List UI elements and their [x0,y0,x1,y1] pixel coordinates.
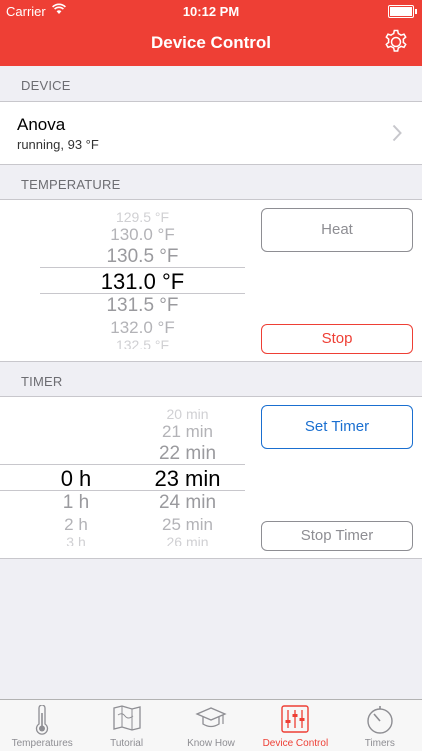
thermometer-icon [36,705,49,735]
tab-bar: Temperatures Tutorial Know How Device Co… [0,699,422,751]
tab-know-how[interactable]: Know How [169,700,253,751]
temperature-option[interactable]: 130.5 °F [40,246,245,268]
temperature-option[interactable]: 131.5 °F [40,295,245,317]
temperature-section-header: TEMPERATURE [21,177,121,192]
timer-card: 0 h 1 h 2 h 3 h 20 min 21 min 22 min 23 … [0,396,422,559]
timer-section-header: TIMER [21,374,63,389]
set-timer-button[interactable]: Set Timer [261,405,413,449]
sliders-icon [281,705,310,733]
hours-picker[interactable]: 0 h 1 h 2 h 3 h [40,406,112,546]
minutes-option[interactable]: 24 min [140,492,235,514]
temperature-option[interactable]: 132.0 °F [40,318,245,338]
temperature-option-selected[interactable]: 131.0 °F [40,269,245,295]
temperature-option[interactable]: 130.0 °F [40,225,245,245]
status-time: 10:12 PM [182,4,240,19]
device-name: Anova [17,115,66,134]
tab-device-control[interactable]: Device Control [253,700,337,751]
map-icon [112,705,141,731]
hours-option-selected[interactable]: 0 h [40,466,112,492]
device-section-header: DEVICE [21,78,71,93]
minutes-option-selected[interactable]: 23 min [140,466,235,492]
temperature-option[interactable]: 129.5 °F [40,209,245,225]
temperature-option[interactable]: 132.5 °F [40,337,245,349]
device-status: running, 93 °F [17,137,99,152]
stopwatch-icon [367,706,393,734]
minutes-option[interactable]: 22 min [140,443,235,465]
minutes-option[interactable]: 26 min [140,534,235,546]
tab-temperatures[interactable]: Temperatures [0,700,84,751]
battery-icon [388,5,417,18]
device-row[interactable]: Anova running, 93 °F [0,101,422,165]
heat-button[interactable]: Heat [261,208,413,252]
temperature-card: 129.5 °F 130.0 °F 130.5 °F 131.0 °F 131.… [0,199,422,362]
temperature-picker[interactable]: 129.5 °F 130.0 °F 130.5 °F 131.0 °F 131.… [40,209,245,349]
minutes-option[interactable]: 21 min [140,422,235,442]
status-bar: Carrier 10:12 PM [0,0,422,24]
minutes-picker[interactable]: 20 min 21 min 22 min 23 min 24 min 25 mi… [140,406,235,546]
stop-button[interactable]: Stop [261,324,413,354]
minutes-option[interactable]: 25 min [140,515,235,535]
hours-option[interactable]: 1 h [40,492,112,514]
hours-option[interactable]: 2 h [40,515,112,535]
tab-timers[interactable]: Timers [338,700,422,751]
tab-tutorial[interactable]: Tutorial [84,700,168,751]
hours-option[interactable]: 3 h [40,534,112,546]
graduation-cap-icon [195,707,227,728]
minutes-option[interactable]: 20 min [140,406,235,422]
gear-icon[interactable] [382,28,410,56]
chevron-right-icon [392,124,402,142]
page-title: Device Control [151,33,271,52]
stop-timer-button[interactable]: Stop Timer [261,521,413,551]
navigation-bar: Carrier 10:12 PM Device Control [0,0,422,66]
